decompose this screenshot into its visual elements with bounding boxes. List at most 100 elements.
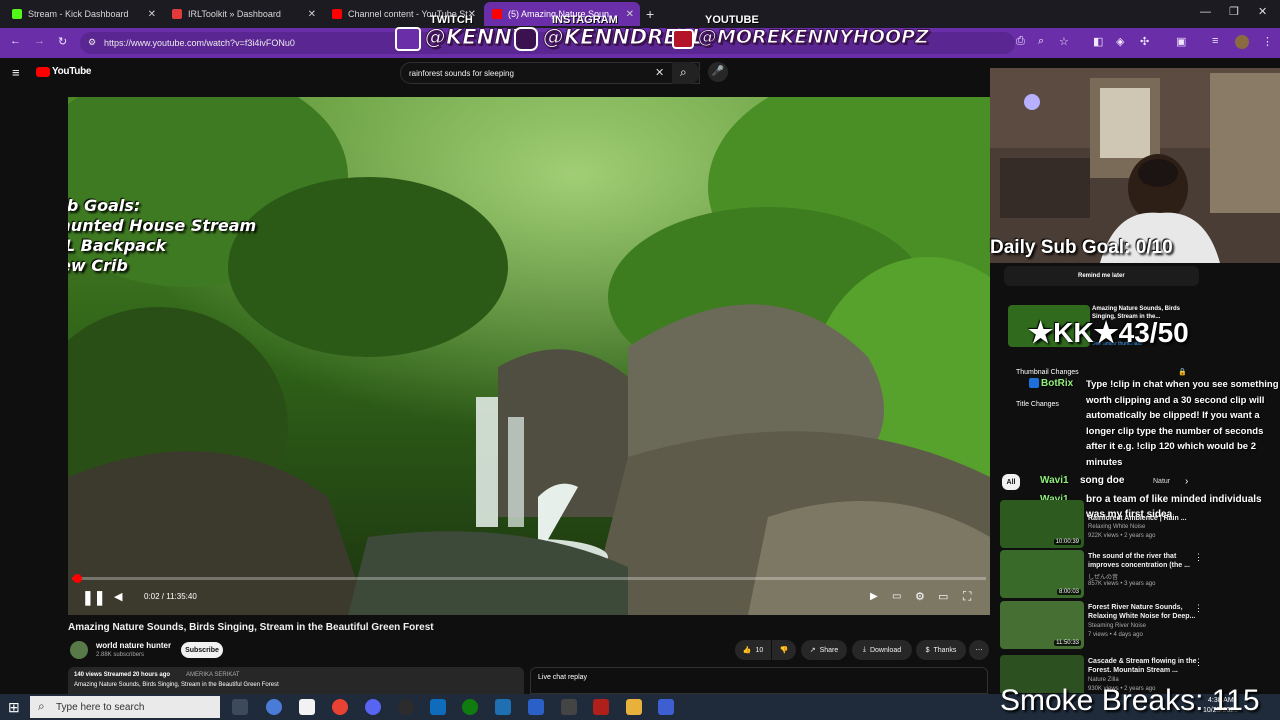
reload-icon[interactable]: ↻ <box>58 35 67 48</box>
hamburger-menu-icon[interactable]: ≡ <box>12 65 20 80</box>
window-close-icon[interactable]: ✕ <box>1258 5 1267 18</box>
recommendation-title[interactable]: Cascade & Stream flowing in the Forest. … <box>1088 657 1208 675</box>
profile-avatar[interactable] <box>1235 35 1249 49</box>
recommendation-title[interactable]: Forest River Nature Sounds, Relaxing Whi… <box>1088 603 1208 621</box>
app-icon[interactable] <box>495 699 511 715</box>
youtube-logo-icon[interactable] <box>36 67 50 77</box>
thumbnail-changes-row[interactable]: Thumbnail Changes <box>1016 369 1079 376</box>
more-options-icon[interactable]: ⋮ <box>1194 552 1203 563</box>
description-text: Amazing Nature Sounds, Birds Singing, St… <box>74 682 279 688</box>
voicemeeter-icon[interactable] <box>593 699 609 715</box>
recommendation-title[interactable]: Rainforest Ambience | Rain ... <box>1088 514 1208 523</box>
more-options-icon[interactable]: ⋮ <box>1194 657 1203 668</box>
obs-icon[interactable] <box>398 699 414 715</box>
more-icon[interactable]: ⋮ <box>1262 35 1273 48</box>
browser-tab-kick[interactable]: Stream - Kick Dashboard ✕ <box>4 2 162 26</box>
forward-icon[interactable]: → <box>34 35 45 47</box>
maximize-icon[interactable]: ❐ <box>1229 5 1239 18</box>
recommendation-meta: 922K views • 2 years ago <box>1088 533 1156 539</box>
scrubber-handle[interactable] <box>73 574 82 583</box>
title-changes-row[interactable]: Title Changes <box>1016 401 1059 408</box>
search-button[interactable]: ⌕ <box>672 62 700 84</box>
recommendation-item[interactable]: 11:50:33 Forest River Nature Sounds, Rel… <box>1000 601 1270 651</box>
subscribe-button[interactable]: Subscribe <box>181 642 223 658</box>
youtube-logo[interactable]: YouTube <box>52 66 92 77</box>
settings-gear-icon[interactable]: ⚙ <box>915 590 925 603</box>
video-thumbnail[interactable]: 10:00:39 <box>1000 500 1084 548</box>
more-icon: ⋯ <box>975 647 983 654</box>
recommendation-channel[interactable]: Relaxing White Noise <box>1088 524 1145 530</box>
bookmark-star-icon[interactable]: ☆ <box>1059 35 1069 48</box>
chat-message: song doe <box>1080 475 1125 486</box>
voice-search-icon[interactable]: 🎤 <box>708 62 728 82</box>
store-icon[interactable] <box>299 699 315 715</box>
video-thumbnail[interactable]: 8:00:03 <box>1000 550 1084 598</box>
live-chat-replay[interactable]: Live chat replay <box>530 667 988 694</box>
recommendation-item[interactable]: 10:00:39 Rainforest Ambience | Rain ... … <box>1000 500 1270 550</box>
sub-goal-item: 100- Haunted House Stream <box>68 216 257 235</box>
theater-mode-icon[interactable]: ▭ <box>938 590 948 603</box>
clear-search-icon[interactable]: ✕ <box>655 66 664 79</box>
extension-icon[interactable]: ◧ <box>1093 35 1103 48</box>
new-tab-icon[interactable]: + <box>646 6 654 22</box>
botrix-badge-icon <box>1029 378 1039 388</box>
discord-icon[interactable] <box>365 699 381 715</box>
search-value: rainforest sounds for sleeping <box>409 68 514 78</box>
autoplay-toggle-icon[interactable]: ▶ <box>870 591 878 602</box>
back-icon[interactable]: ← <box>10 35 21 47</box>
thanks-button[interactable]: $ Thanks <box>916 640 966 660</box>
location-tag[interactable]: AMERIKA SERIKAT <box>186 672 240 678</box>
more-options-icon[interactable]: ⋮ <box>1194 603 1203 614</box>
fullscreen-icon[interactable]: ⛶ <box>963 589 971 604</box>
video-thumbnail[interactable]: 11:50:33 <box>1000 601 1084 649</box>
time-display: 0:02 / 11:35:40 <box>144 592 197 601</box>
more-actions-button[interactable]: ⋯ <box>969 640 989 660</box>
windows-start-icon[interactable]: ⊞ <box>8 699 20 716</box>
extension-icon[interactable]: ◈ <box>1116 35 1124 48</box>
dislike-button[interactable]: 👎 <box>772 640 796 660</box>
app-icon[interactable] <box>658 699 674 715</box>
instagram-icon <box>514 27 538 51</box>
recommendation-item[interactable]: 8:00:03 The sound of the river that impr… <box>1000 550 1270 600</box>
recommendation-title[interactable]: The sound of the river that improves con… <box>1088 552 1208 570</box>
file-explorer-icon[interactable] <box>626 699 642 715</box>
minimize-icon[interactable]: — <box>1200 6 1211 18</box>
progress-bar[interactable] <box>72 574 986 583</box>
close-icon[interactable]: ✕ <box>626 9 634 20</box>
browser-tab-irltoolkit[interactable]: IRLToolkit » Dashboard ✕ <box>164 2 322 26</box>
download-icon: ⤓ <box>862 646 866 653</box>
chevron-right-icon[interactable]: › <box>1185 476 1188 487</box>
close-icon[interactable]: ✕ <box>148 9 156 20</box>
volume-icon[interactable]: ◀ <box>114 590 122 603</box>
channel-name[interactable]: world nature hunter <box>96 641 171 650</box>
extensions-puzzle-icon[interactable]: ✣ <box>1140 35 1149 48</box>
sidebar-icon[interactable]: ▣ <box>1176 35 1186 48</box>
xbox-icon[interactable] <box>462 699 478 715</box>
copilot-icon[interactable] <box>266 699 282 715</box>
description-box[interactable]: 140 views Streamed 20 hours ago AMERIKA … <box>68 667 524 694</box>
chip-nature[interactable]: Natur <box>1153 478 1170 485</box>
chrome-icon[interactable] <box>332 699 348 715</box>
video-player[interactable]: Sub Goals: 100- Haunted House Stream 200… <box>68 97 990 615</box>
view-stats: 140 views Streamed 20 hours ago <box>74 672 171 678</box>
app-icon[interactable] <box>528 699 544 715</box>
remind-later-button[interactable]: Remind me later <box>1078 273 1125 279</box>
subtitles-icon[interactable]: ▭ <box>892 591 901 602</box>
channel-avatar[interactable] <box>70 641 88 659</box>
outlook-icon[interactable] <box>430 699 446 715</box>
zoom-icon[interactable]: ⌕ <box>1038 35 1044 48</box>
menu-icon[interactable]: ≡ <box>1212 35 1218 47</box>
recommendation-channel[interactable]: Steaming River Noise <box>1088 623 1146 629</box>
taskbar-search-input[interactable]: ⌕ Type here to search <box>30 696 220 718</box>
like-button[interactable]: 👍 10 <box>735 640 771 660</box>
close-icon[interactable]: ✕ <box>308 9 316 20</box>
install-icon[interactable]: ⎙ <box>1016 35 1025 48</box>
download-button[interactable]: ⤓ Download <box>852 640 912 660</box>
site-info-icon[interactable]: ⚙ <box>88 37 96 48</box>
chip-all[interactable]: All <box>1002 474 1020 490</box>
recommendation-channel[interactable]: しぜんの音 <box>1088 572 1118 581</box>
share-button[interactable]: ↗ Share <box>801 640 847 660</box>
pause-icon[interactable]: ❚❚ <box>82 589 105 606</box>
task-view-icon[interactable] <box>232 699 248 715</box>
app-icon[interactable] <box>561 699 577 715</box>
